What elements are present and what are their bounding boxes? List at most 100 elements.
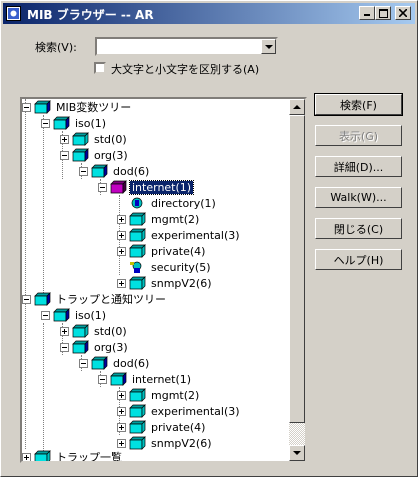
tree-node-trap-std[interactable]: std(0) [60,323,129,339]
node-label: directory(1) [151,196,216,210]
search-button[interactable]: 検索(F) [314,93,403,116]
title-bar[interactable]: MIB ブラウザー -- AR [3,3,415,24]
node-label: mgmt(2) [151,212,200,226]
mib-browser-window: MIB ブラウザー -- AR 検索(V): 大文字と小文字を区別する(A) M… [0,0,418,477]
walk-button[interactable]: Walk(W)... [315,187,402,208]
tree-node-trap-org[interactable]: org(3) [60,339,130,355]
tree-node-trap-dod[interactable]: dod(6) [79,355,151,371]
tree-node-mib-root[interactable]: MIB変数ツリー [22,99,133,115]
combo-dropdown-arrow[interactable] [261,39,276,54]
tree-node-dod[interactable]: dod(6) [79,163,151,179]
cube-icon [129,404,146,418]
node-label: snmpV2(6) [151,436,212,450]
tree-node-security[interactable]: security(5) [117,259,213,275]
expand-toggle[interactable] [60,326,69,336]
expand-toggle[interactable] [117,246,126,256]
node-label-selected: internet(1) [128,179,195,195]
tree-connector [25,99,26,449]
collapse-toggle[interactable] [41,118,50,128]
node-label: experimental(3) [151,228,240,242]
case-sensitive-checkbox[interactable] [94,62,106,74]
tree-node-org[interactable]: org(3) [60,147,130,163]
tree-node-trap-root[interactable]: トラップと通知ツリー [22,291,168,307]
collapse-toggle[interactable] [22,102,31,112]
node-label: snmpV2(6) [151,276,212,290]
search-combobox[interactable] [95,37,278,56]
node-label: org(3) [94,340,128,354]
expand-toggle[interactable] [60,134,69,144]
tree-node-snmpv2[interactable]: snmpV2(6) [117,275,214,291]
cube-icon [91,356,108,370]
tree-node-mgmt[interactable]: mgmt(2) [117,211,201,227]
expand-toggle[interactable] [117,438,126,448]
node-label: security(5) [151,260,211,274]
cube-icon [72,324,89,338]
tree-node-internet[interactable]: internet(1) [98,179,195,195]
cube-icon [72,148,89,162]
cube-icon [129,276,146,290]
collapse-toggle[interactable] [60,150,69,160]
node-label: std(0) [94,132,127,146]
help-button[interactable]: ヘルプ(H) [315,249,402,270]
collapse-toggle[interactable] [41,310,50,320]
expand-toggle[interactable] [22,452,31,461]
expand-toggle[interactable] [117,230,126,240]
display-button[interactable]: 表示(G) [315,125,402,146]
tree-node-trap-mgmt[interactable]: mgmt(2) [117,387,201,403]
collapse-toggle[interactable] [79,358,88,368]
cube-selected-icon [110,180,127,194]
collapse-toggle[interactable] [22,294,31,304]
node-label: dod(6) [113,164,150,178]
node-label: experimental(3) [151,404,240,418]
minimize-button[interactable] [359,6,375,20]
tree-node-trap-snmpv2[interactable]: snmpV2(6) [117,435,214,451]
tree-node-trap-private[interactable]: private(4) [117,419,207,435]
expand-toggle[interactable] [117,214,126,224]
node-label: MIB変数ツリー [56,101,132,114]
search-label: 検索(V): [35,41,77,54]
collapse-toggle[interactable] [98,374,107,384]
cube-icon [129,228,146,242]
mib-tree-view[interactable]: MIB変数ツリー iso(1) std(0) org(3) dod(6) int… [20,97,307,463]
tree-node-trap-internet[interactable]: internet(1) [98,371,193,387]
scroll-thumb[interactable] [289,115,305,423]
cube-icon [34,100,51,114]
cube-icon [53,308,70,322]
tree-node-trap-iso[interactable]: iso(1) [41,307,108,323]
node-label: iso(1) [75,308,107,322]
cube-icon [110,372,127,386]
case-sensitive-label: 大文字と小文字を区別する(A) [111,63,260,76]
tree-node-private[interactable]: private(4) [117,243,207,259]
collapse-toggle[interactable] [60,342,69,352]
tree-node-trap-experimental[interactable]: experimental(3) [117,403,242,419]
maximize-button[interactable] [375,6,391,20]
tree-vertical-scrollbar[interactable] [289,99,305,461]
collapse-toggle[interactable] [79,166,88,176]
close-icon [399,9,407,17]
tree-node-trap-list[interactable]: トラップ一覧 [22,449,124,463]
tree-node-iso[interactable]: iso(1) [41,115,108,131]
node-label: org(3) [94,148,128,162]
tree-node-std[interactable]: std(0) [60,131,129,147]
expand-toggle[interactable] [117,390,126,400]
mib-browser-app-icon [6,6,21,21]
node-label: トラップ一覧 [56,451,122,463]
cube-icon [129,436,146,450]
scroll-down-button[interactable] [289,445,305,461]
details-button[interactable]: 詳細(D)... [315,156,402,177]
node-label: std(0) [94,324,127,338]
expand-toggle[interactable] [117,406,126,416]
scroll-up-button[interactable] [289,99,305,115]
collapse-toggle[interactable] [98,182,107,192]
node-label: dod(6) [113,356,150,370]
expand-toggle[interactable] [117,278,126,288]
tree-connector [43,115,44,305]
cube-icon [129,420,146,434]
tree-node-experimental[interactable]: experimental(3) [117,227,242,243]
leaf-object-icon [131,197,143,209]
window-title: MIB ブラウザー -- AR [27,8,154,22]
close-window-button[interactable] [395,6,411,20]
close-button[interactable]: 閉じる(C) [315,218,402,239]
tree-node-directory[interactable]: directory(1) [117,195,218,211]
expand-toggle[interactable] [117,422,126,432]
